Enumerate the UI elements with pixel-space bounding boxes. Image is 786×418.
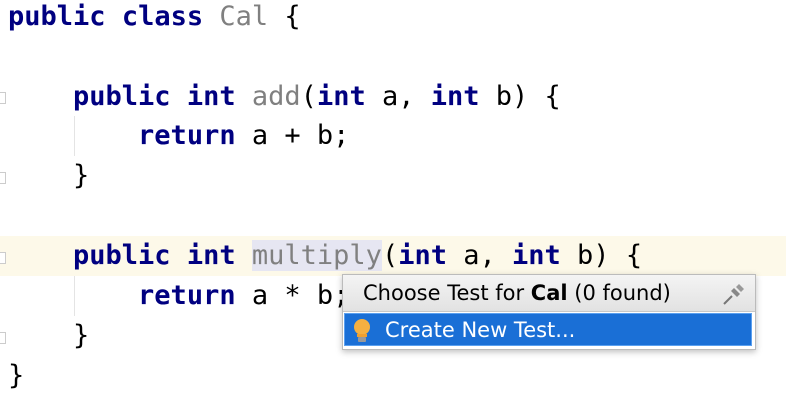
lightbulb-icon <box>354 319 370 342</box>
popup-header: Choose Test for Cal (0 found) <box>343 275 755 312</box>
code-line[interactable]: return a * b; <box>8 276 349 316</box>
code-line[interactable]: public int multiply(int a, int b) { <box>8 236 642 276</box>
code-line[interactable]: } <box>8 356 24 396</box>
fold-marker-icon[interactable] <box>0 172 6 184</box>
code-line[interactable]: return a + b; <box>8 116 349 156</box>
pin-icon[interactable] <box>721 281 747 307</box>
create-new-test-item[interactable]: Create New Test... <box>344 313 752 346</box>
method-name-multiply[interactable]: multiply <box>251 240 382 271</box>
fold-marker-icon[interactable] <box>0 92 6 104</box>
code-line[interactable]: public int add(int a, int b) { <box>8 77 561 117</box>
code-line[interactable]: } <box>8 316 89 356</box>
fold-marker-icon[interactable] <box>0 332 6 344</box>
fold-marker-icon[interactable] <box>0 252 6 264</box>
choose-test-popup: Choose Test for Cal (0 found) Create New… <box>342 274 756 350</box>
code-line[interactable]: } <box>8 156 89 196</box>
code-line[interactable]: public class Cal { <box>8 0 301 37</box>
